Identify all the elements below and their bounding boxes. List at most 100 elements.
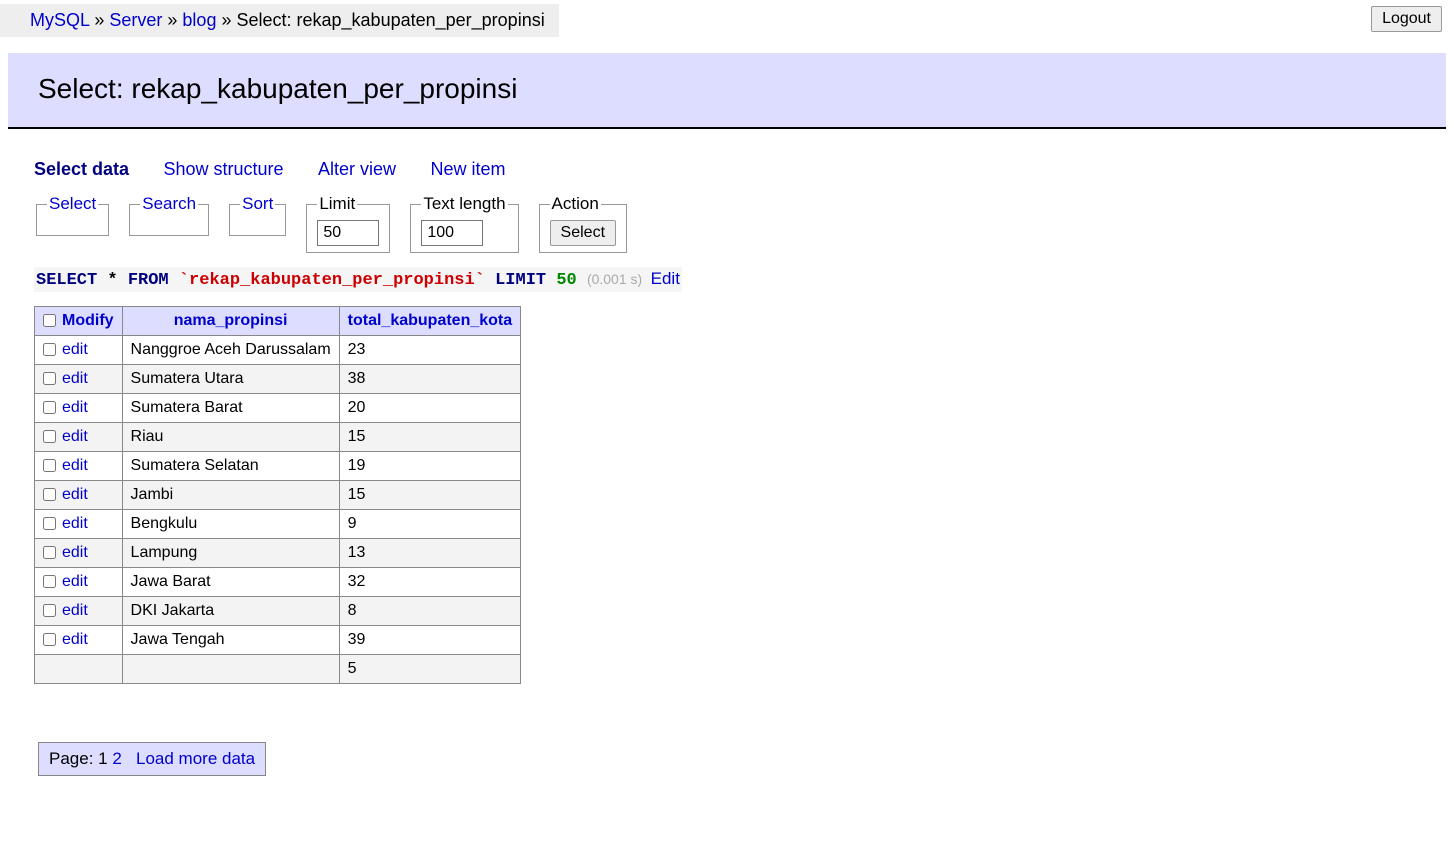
sql-keyword-select: SELECT: [36, 271, 97, 290]
row-checkbox[interactable]: [43, 517, 56, 530]
cell-total-kabupaten-kota: 20: [339, 394, 520, 423]
row-checkbox[interactable]: [43, 459, 56, 472]
cell-nama-propinsi: Riau: [122, 423, 339, 452]
page-bar: Page: 1 2 Load more data: [38, 742, 266, 776]
edit-cell: edit: [35, 539, 123, 568]
col-header-nama-propinsi[interactable]: nama_propinsi: [122, 307, 339, 336]
table-row: edit Riau15: [35, 423, 521, 452]
breadcrumb-database[interactable]: blog: [182, 10, 216, 30]
textlength-input[interactable]: [421, 220, 483, 246]
table-row: editJawa Tengah39: [35, 626, 521, 655]
edit-cell: edit: [35, 394, 123, 423]
cell-nama-propinsi: Sumatera Barat: [122, 394, 339, 423]
sql-table-name: `rekap_kabupaten_per_propinsi`: [179, 271, 485, 290]
page-link-2[interactable]: 2: [112, 749, 121, 768]
table-row: edit Sumatera Utara38: [35, 365, 521, 394]
row-checkbox[interactable]: [43, 488, 56, 501]
cell-nama-propinsi: Nanggroe Aceh Darussalam: [122, 336, 339, 365]
select-all-checkbox[interactable]: [43, 314, 56, 327]
row-checkbox[interactable]: [43, 401, 56, 414]
cell-nama-propinsi: Sumatera Utara: [122, 365, 339, 394]
page-label: Page:: [49, 749, 93, 768]
fieldset-textlength: Text length: [410, 194, 518, 253]
tabs: Select data Show structure Alter view Ne…: [0, 129, 1454, 180]
limit-input[interactable]: [317, 220, 379, 246]
breadcrumb-mysql[interactable]: MySQL: [30, 10, 89, 30]
table-row: edit Nanggroe Aceh Darussalam23: [35, 336, 521, 365]
cell-total-kabupaten-kota: 15: [339, 423, 520, 452]
fieldset-search: Search: [129, 194, 209, 236]
cell-nama-propinsi: Lampung: [122, 539, 339, 568]
edit-link[interactable]: edit: [62, 631, 88, 648]
cell-total-kabupaten-kota: 9: [339, 510, 520, 539]
fieldset-sort-legend[interactable]: Sort: [242, 194, 273, 213]
cell-nama-propinsi: Sumatera Selatan: [122, 452, 339, 481]
fieldset-select: Select: [36, 194, 109, 236]
row-checkbox[interactable]: [43, 546, 56, 559]
select-button[interactable]: [550, 220, 616, 246]
edit-link[interactable]: edit: [62, 544, 88, 561]
edit-link[interactable]: edit: [62, 457, 88, 474]
tab-show-structure[interactable]: Show structure: [164, 159, 284, 179]
row-checkbox[interactable]: [43, 575, 56, 588]
top-bar: MySQL » Server » blog » Select: rekap_ka…: [0, 0, 1454, 37]
page-current: 1: [98, 749, 107, 768]
cell-total-kabupaten-kota: 8: [339, 597, 520, 626]
tab-alter-view[interactable]: Alter view: [318, 159, 396, 179]
sql-keyword-from: FROM: [128, 271, 169, 290]
edit-link[interactable]: edit: [62, 399, 88, 416]
fieldset-sort: Sort: [229, 194, 286, 236]
cell-nama-propinsi: Bengkulu: [122, 510, 339, 539]
modify-header-link[interactable]: Modify: [62, 312, 114, 329]
cell-total-kabupaten-kota: 39: [339, 626, 520, 655]
edit-cell: [35, 655, 123, 684]
sql-limit-value: 50: [556, 271, 576, 290]
fieldset-search-legend[interactable]: Search: [142, 194, 196, 213]
edit-link[interactable]: edit: [62, 602, 88, 619]
edit-cell: edit: [35, 626, 123, 655]
table-row: editJambi15: [35, 481, 521, 510]
table-row: editLampung13: [35, 539, 521, 568]
cell-total-kabupaten-kota: 23: [339, 336, 520, 365]
breadcrumb: MySQL » Server » blog » Select: rekap_ka…: [0, 4, 559, 37]
cell-nama-propinsi: Jambi: [122, 481, 339, 510]
col-header-total-kabupaten-kota[interactable]: total_kabupaten_kota: [339, 307, 520, 336]
tab-new-item[interactable]: New item: [431, 159, 506, 179]
edit-link[interactable]: edit: [62, 370, 88, 387]
edit-link[interactable]: edit: [62, 428, 88, 445]
row-checkbox[interactable]: [43, 372, 56, 385]
row-checkbox[interactable]: [43, 430, 56, 443]
edit-link[interactable]: edit: [62, 341, 88, 358]
edit-cell: edit: [35, 568, 123, 597]
row-checkbox[interactable]: [43, 633, 56, 646]
page-title: Select: rekap_kabupaten_per_propinsi: [38, 73, 1416, 105]
page-title-bar: Select: rekap_kabupaten_per_propinsi: [8, 53, 1446, 129]
breadcrumb-sep: »: [221, 10, 236, 30]
edit-link[interactable]: edit: [62, 515, 88, 532]
table-row: 5: [35, 655, 521, 684]
table-row: editJawa Barat32: [35, 568, 521, 597]
breadcrumb-current: Select: rekap_kabupaten_per_propinsi: [236, 10, 544, 30]
breadcrumb-sep: »: [94, 10, 109, 30]
fieldsets-row: Select Search Sort Limit Text length Act…: [0, 180, 1454, 253]
fieldset-select-legend[interactable]: Select: [49, 194, 96, 213]
cell-total-kabupaten-kota: 5: [339, 655, 520, 684]
tab-select-data[interactable]: Select data: [34, 159, 129, 179]
edit-link[interactable]: edit: [62, 573, 88, 590]
row-checkbox[interactable]: [43, 343, 56, 356]
row-checkbox[interactable]: [43, 604, 56, 617]
edit-query-link[interactable]: Edit: [651, 269, 680, 288]
breadcrumb-server[interactable]: Server: [109, 10, 162, 30]
cell-total-kabupaten-kota: 38: [339, 365, 520, 394]
fieldset-action: Action: [539, 194, 627, 253]
table-row: edit Bengkulu9: [35, 510, 521, 539]
data-table-wrap: Modify nama_propinsi total_kabupaten_kot…: [34, 306, 594, 778]
edit-cell: edit: [35, 510, 123, 539]
col-header-modify: Modify: [35, 307, 123, 336]
cell-total-kabupaten-kota: 32: [339, 568, 520, 597]
result-table: Modify nama_propinsi total_kabupaten_kot…: [34, 306, 521, 684]
logout-button[interactable]: Logout: [1371, 6, 1442, 32]
load-more-link[interactable]: Load more data: [136, 749, 255, 768]
edit-link[interactable]: edit: [62, 486, 88, 503]
edit-cell: edit: [35, 481, 123, 510]
